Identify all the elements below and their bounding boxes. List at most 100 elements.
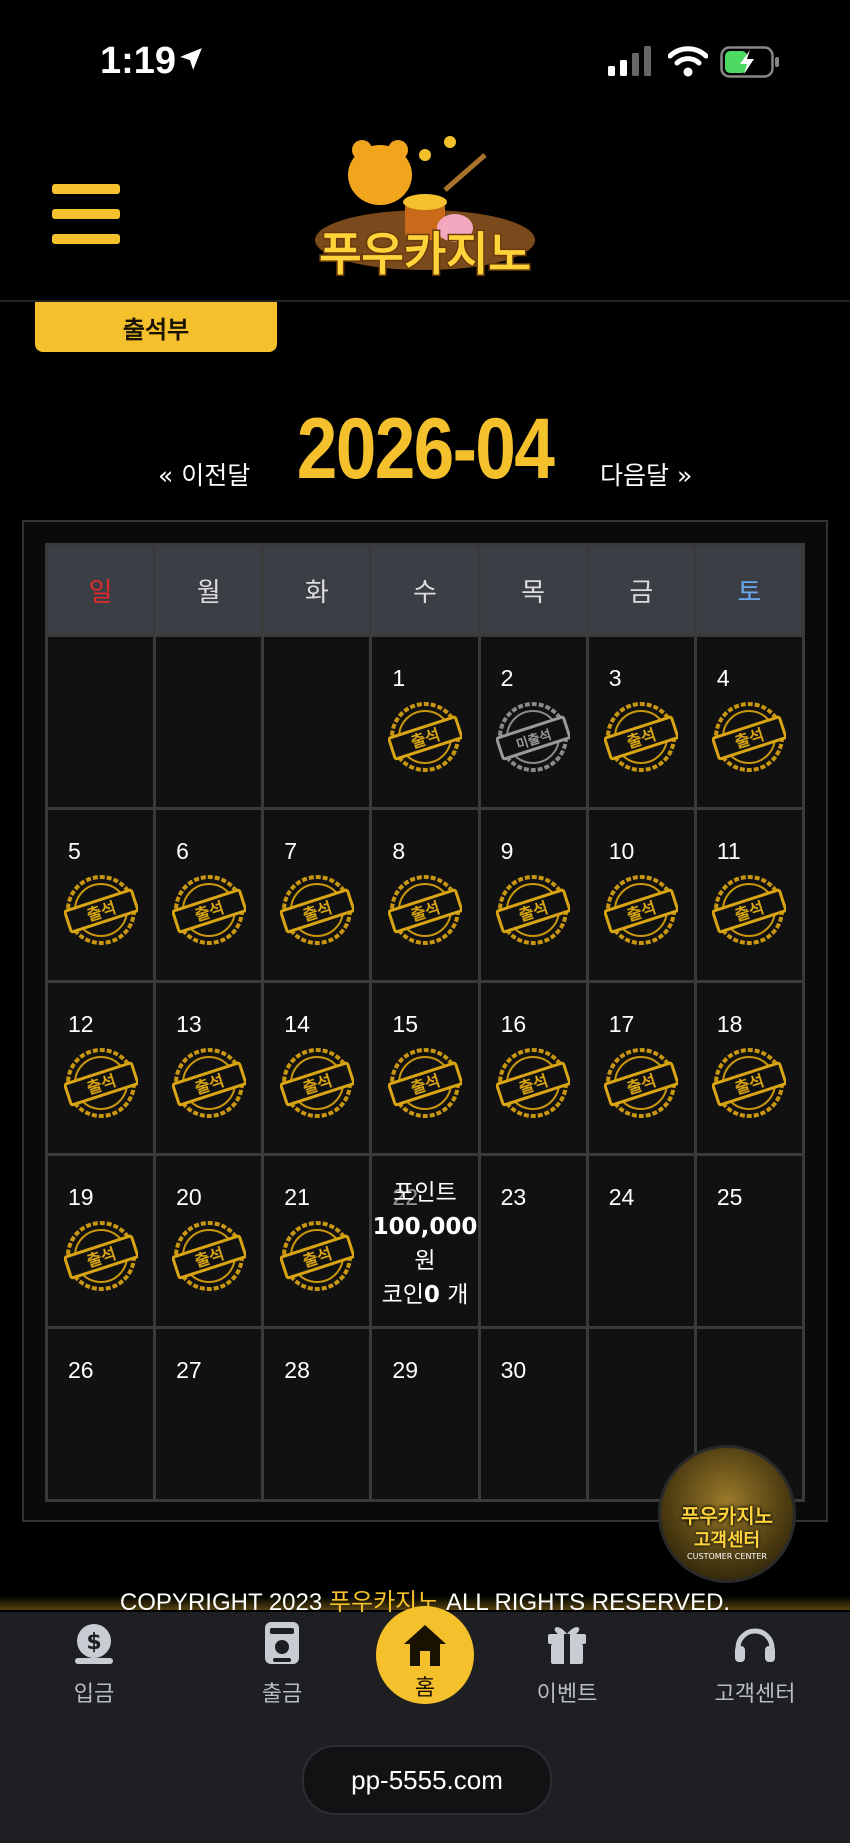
calendar-day: 1 출석	[372, 637, 478, 807]
attended-stamp-icon: 출석	[279, 1048, 354, 1118]
nav-support-label: 고객센터	[714, 1682, 796, 1707]
attended-stamp-icon: 출석	[604, 1048, 679, 1118]
attended-stamp-icon: 출석	[63, 1221, 138, 1291]
calendar-day: 19 출석	[48, 1156, 154, 1326]
day-number: 23	[500, 1184, 527, 1210]
calendar-day: 4 출석	[696, 637, 802, 807]
attendance-tab[interactable]: 출석부	[35, 302, 277, 352]
day-number: 15	[392, 1011, 419, 1037]
attended-stamp-icon: 출석	[712, 875, 787, 945]
day-number: 30	[500, 1357, 527, 1383]
calendar-day: 25	[696, 1156, 802, 1326]
nav-deposit[interactable]: $ 입금	[19, 1620, 169, 1708]
day-number: 16	[500, 1011, 527, 1037]
day-number: 2	[500, 665, 514, 691]
weekday-sat: 토	[696, 546, 802, 634]
points-label: 포인트	[393, 1180, 457, 1206]
calendar-day: 18 출석	[696, 983, 802, 1153]
customer-center-button[interactable]: 푸우카지노 고객센터 CUSTOMER CENTER	[658, 1445, 796, 1583]
calendar-day: 22 포인트 100,000 원 코인0 개	[372, 1156, 478, 1326]
hamburger-menu-icon[interactable]	[52, 184, 120, 244]
calendar-day: 21 출석	[264, 1156, 370, 1326]
attended-stamp-icon: 출석	[496, 875, 571, 945]
calendar-day: 29	[372, 1329, 478, 1499]
calendar-day: 11 출석	[696, 810, 802, 980]
calendar-day: 27	[156, 1329, 262, 1499]
day-number: 21	[284, 1184, 310, 1210]
coin-value: 0	[423, 1282, 440, 1308]
attended-stamp-icon: 출석	[604, 875, 679, 945]
nav-withdraw[interactable]: 출금	[207, 1620, 357, 1708]
day-number: 27	[176, 1357, 202, 1383]
nav-home[interactable]: 홈	[376, 1606, 474, 1704]
calendar-day: 24	[588, 1156, 694, 1326]
day-number: 26	[68, 1357, 94, 1383]
calendar-day: 17 출석	[588, 983, 694, 1153]
logo-text: 푸우카지노	[319, 227, 531, 281]
svg-text:$: $	[86, 1630, 101, 1655]
calendar-day: 14 출석	[264, 983, 370, 1153]
attended-stamp-icon: 출석	[171, 875, 246, 945]
attended-stamp-icon: 출석	[387, 875, 462, 945]
day-number: 6	[176, 838, 189, 864]
calendar-day: 16 출석	[480, 983, 586, 1153]
url-bar[interactable]: pp-5555.com	[302, 1745, 552, 1815]
day-number: 13	[176, 1011, 202, 1037]
weekday-thu: 목	[480, 546, 586, 634]
calendar-day: 30	[480, 1329, 586, 1499]
nav-deposit-label: 입금	[73, 1682, 115, 1707]
today-points-info: 포인트 100,000 원 코인0 개	[372, 1176, 478, 1312]
calendar-day: 8 출석	[372, 810, 478, 980]
day-number: 8	[392, 838, 406, 864]
attended-stamp-icon: 출석	[496, 1048, 571, 1118]
cs-badge-brand: 푸우카지노	[681, 1504, 773, 1528]
day-number: 1	[392, 665, 406, 691]
points-unit: 원	[414, 1248, 436, 1274]
location-arrow-icon	[180, 48, 202, 70]
calendar-day: 6 출석	[156, 810, 262, 980]
calendar-empty-cell	[264, 637, 370, 807]
weekday-fri: 금	[588, 546, 694, 634]
attended-stamp-icon: 출석	[712, 1048, 787, 1118]
nav-home-label: 홈	[414, 1676, 436, 1701]
nav-event[interactable]: 이벤트	[492, 1620, 642, 1708]
day-number: 17	[608, 1011, 635, 1037]
nav-support[interactable]: 고객센터	[680, 1620, 830, 1708]
day-number: 19	[68, 1184, 94, 1210]
next-month-link[interactable]: 다음달 »	[600, 456, 692, 492]
home-icon	[404, 1625, 446, 1666]
calendar-empty-cell	[48, 637, 154, 807]
day-number: 25	[716, 1184, 743, 1210]
attended-stamp-icon: 출석	[279, 875, 354, 945]
day-number: 7	[284, 838, 298, 864]
calendar-day: 26	[48, 1329, 154, 1499]
coin-deposit-icon: $	[75, 1624, 113, 1664]
coin-label: 코인	[381, 1282, 424, 1308]
calendar-day: 7 출석	[264, 810, 370, 980]
coin-unit: 개	[447, 1282, 469, 1308]
day-number: 29	[392, 1357, 419, 1383]
month-title: 2026-04	[296, 401, 555, 497]
battery-charging-icon	[720, 46, 779, 78]
cs-badge-subtitle: CUSTOMER CENTER	[687, 1552, 767, 1561]
casino-logo[interactable]: 푸우카지노	[300, 130, 550, 290]
attended-stamp-icon: 출석	[171, 1221, 246, 1291]
day-number: 3	[608, 665, 622, 691]
attended-stamp-icon: 출석	[604, 702, 679, 772]
prev-month-link[interactable]: « 이전달	[158, 456, 250, 492]
calendar-day: 20 출석	[156, 1156, 262, 1326]
attended-stamp-icon: 출석	[279, 1221, 354, 1291]
calendar-day: 28	[264, 1329, 370, 1499]
attended-stamp-icon: 출석	[171, 1048, 246, 1118]
absent-stamp-icon: 미출석	[496, 702, 571, 772]
gift-icon	[548, 1627, 586, 1664]
weekday-mon: 월	[156, 546, 262, 634]
nav-withdraw-label: 출금	[261, 1682, 303, 1707]
calendar-day: 15 출석	[372, 983, 478, 1153]
weekday-sun: 일	[48, 546, 154, 634]
attended-stamp-icon: 출석	[387, 1048, 462, 1118]
calendar-day: 10 출석	[588, 810, 694, 980]
day-number: 12	[68, 1011, 94, 1037]
calendar-day: 12 출석	[48, 983, 154, 1153]
calendar-day: 3 출석	[588, 637, 694, 807]
